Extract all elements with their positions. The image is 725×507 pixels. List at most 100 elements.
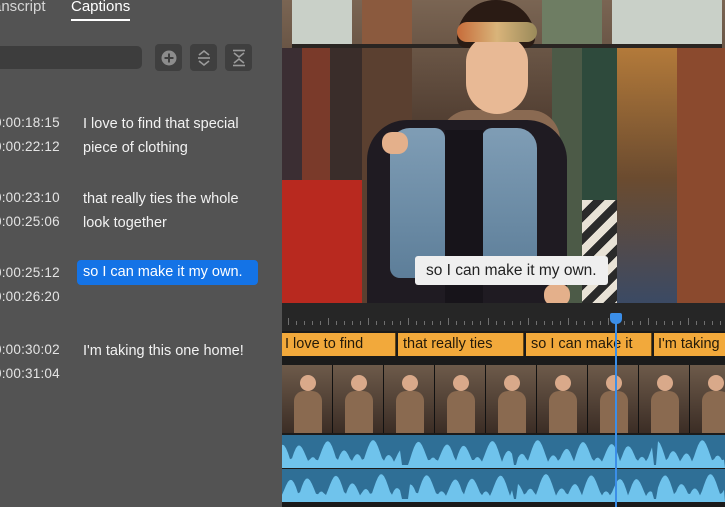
ruler-tick — [640, 321, 641, 325]
captions-panel: anscript Captions 0:00:18:15 0:00:22:12 … — [0, 0, 282, 507]
ruler-tick — [664, 321, 665, 325]
caption-end-time: 0:00:26:20 — [0, 289, 60, 304]
ruler-tick — [704, 321, 705, 325]
timeline[interactable]: I love to find that really ties so I can… — [282, 303, 725, 507]
audio-track[interactable] — [282, 469, 725, 502]
collapse-button[interactable] — [225, 44, 252, 71]
video-thumbnail — [690, 365, 725, 433]
ruler-tick — [688, 318, 689, 325]
shop-window — [612, 0, 722, 45]
ruler-tick — [360, 321, 361, 325]
add-caption-button[interactable] — [155, 44, 182, 71]
caption-clip[interactable]: I love to find — [282, 333, 396, 356]
ruler-tick — [544, 321, 545, 325]
caption-text-selected[interactable]: so I can make it my own. — [77, 260, 258, 285]
ruler-tick — [456, 321, 457, 325]
tab-captions[interactable]: Captions — [71, 0, 130, 15]
audio-track[interactable] — [282, 435, 725, 468]
plus-circle-icon — [161, 50, 176, 65]
ruler-tick — [568, 318, 569, 325]
ruler-tick — [304, 321, 305, 325]
ruler-tick — [520, 321, 521, 325]
ruler-tick — [488, 318, 489, 325]
ruler-tick — [584, 321, 585, 325]
hanging-clothes — [677, 48, 725, 303]
ruler-tick — [296, 321, 297, 325]
ruler-tick — [288, 318, 289, 325]
caption-end-time: 0:00:31:04 — [0, 366, 60, 381]
hanging-clothes — [617, 48, 677, 303]
ruler-tick — [528, 318, 529, 325]
search-input[interactable] — [0, 46, 142, 69]
shop-window — [362, 0, 412, 45]
playhead-icon[interactable] — [610, 313, 622, 324]
collapse-vertical-icon — [232, 49, 245, 66]
panel-tabs: anscript Captions — [0, 0, 282, 22]
caption-clip[interactable]: so I can make it — [526, 333, 652, 356]
ruler-tick — [592, 321, 593, 325]
ruler-tick — [448, 318, 449, 325]
caption-start-time: 0:00:18:15 — [0, 115, 60, 130]
ruler-tick — [424, 321, 425, 325]
ruler-tick — [672, 321, 673, 325]
ruler-tick — [560, 321, 561, 325]
ruler-tick — [384, 321, 385, 325]
person-headband — [457, 22, 537, 42]
ruler-tick — [608, 318, 609, 325]
caption-clip[interactable]: that really ties — [398, 333, 524, 356]
video-track[interactable] — [282, 365, 725, 433]
ruler-tick — [624, 321, 625, 325]
active-tab-indicator — [71, 19, 130, 21]
ruler-tick — [336, 321, 337, 325]
video-thumbnail — [384, 365, 435, 433]
ruler-tick — [656, 321, 657, 325]
tab-transcript[interactable]: anscript — [0, 0, 46, 15]
ruler-tick — [328, 318, 329, 325]
ruler-tick — [552, 321, 553, 325]
ruler-tick — [712, 321, 713, 325]
ruler-tick — [312, 321, 313, 325]
caption-end-time: 0:00:22:12 — [0, 139, 60, 154]
video-preview[interactable]: so I can make it my own. — [282, 0, 725, 303]
ruler-tick — [432, 321, 433, 325]
caption-start-time: 0:00:23:10 — [0, 190, 60, 205]
waveform-shape — [282, 474, 725, 502]
caption-overlay[interactable]: so I can make it my own. — [415, 256, 608, 285]
person-hand — [544, 284, 570, 303]
caption-clip[interactable]: I'm taking — [654, 333, 725, 356]
ruler-tick — [600, 321, 601, 325]
ruler-tick — [392, 321, 393, 325]
shop-window — [292, 0, 352, 45]
time-ruler[interactable] — [282, 303, 725, 331]
person-face — [466, 36, 528, 114]
ruler-tick — [344, 321, 345, 325]
ruler-tick — [352, 321, 353, 325]
hanging-clothes — [282, 180, 362, 303]
ruler-tick — [376, 321, 377, 325]
ruler-tick — [480, 321, 481, 325]
expand-button[interactable] — [190, 44, 217, 71]
ruler-tick — [368, 318, 369, 325]
caption-text[interactable]: I'm taking this one home! — [83, 339, 263, 363]
caption-text[interactable]: I love to find that special piece of clo… — [83, 112, 263, 160]
video-thumbnail — [435, 365, 486, 433]
playhead-line[interactable] — [615, 315, 617, 507]
caption-start-time: 0:00:25:12 — [0, 265, 60, 280]
video-thumbnail — [639, 365, 690, 433]
expand-vertical-icon — [197, 49, 210, 66]
caption-end-time: 0:00:25:06 — [0, 214, 60, 229]
ruler-tick — [504, 321, 505, 325]
caption-track: I love to find that really ties so I can… — [282, 333, 725, 356]
ruler-tick — [440, 321, 441, 325]
video-thumbnail — [282, 365, 333, 433]
audio-waveform — [282, 440, 725, 468]
ruler-tick — [512, 321, 513, 325]
ruler-tick — [680, 321, 681, 325]
person-hand — [382, 132, 408, 154]
ruler-tick — [320, 321, 321, 325]
ruler-tick — [464, 321, 465, 325]
ruler-tick — [536, 321, 537, 325]
audio-waveform — [282, 474, 725, 502]
video-thumbnail — [537, 365, 588, 433]
caption-text[interactable]: that really ties the whole look together — [83, 187, 263, 235]
